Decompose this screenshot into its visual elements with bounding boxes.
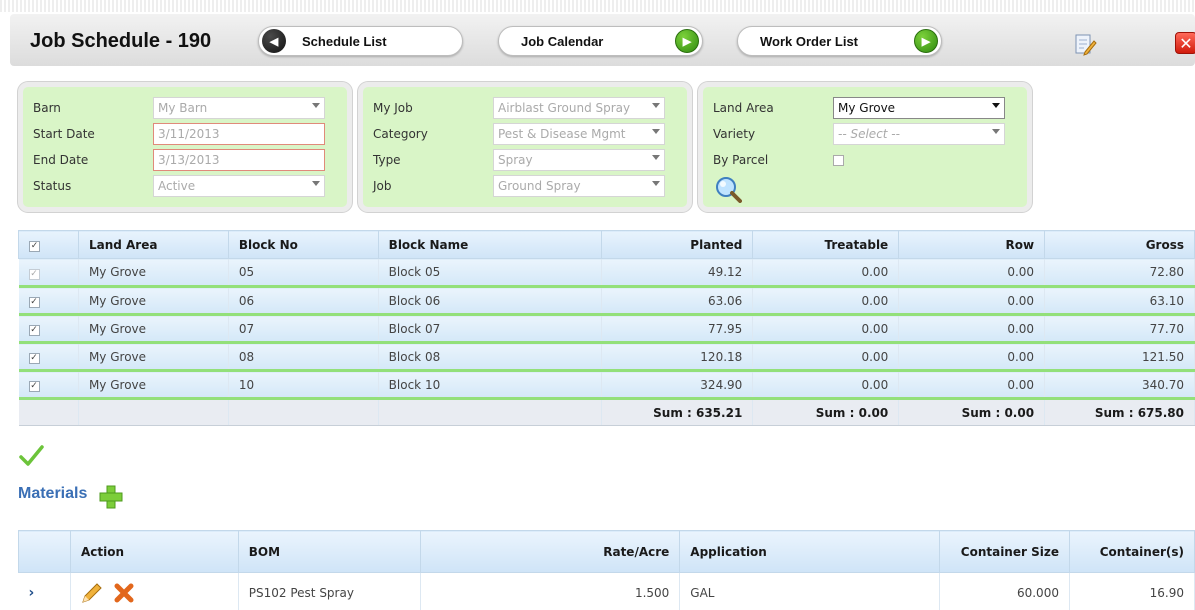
sum-planted: Sum : 635.21	[601, 398, 754, 426]
type-select[interactable]: Spray	[493, 149, 665, 171]
my-job-select[interactable]: Airblast Ground Spray	[493, 97, 665, 119]
row-checkbox[interactable]: ✓	[18, 314, 79, 344]
category-label: Category	[373, 127, 428, 141]
job-calendar-button[interactable]: Job Calendar ▶	[498, 26, 703, 56]
top-border-strip	[0, 0, 1195, 12]
plus-icon[interactable]	[98, 484, 124, 510]
barn-select[interactable]: My Barn	[153, 97, 325, 119]
sum-treatable: Sum : 0.00	[752, 398, 900, 426]
table-row[interactable]: ✓ My Grove 07 Block 07 77.95 0.00 0.00 7…	[18, 314, 1195, 344]
end-date-input[interactable]: 3/13/2013	[153, 149, 325, 171]
col-block-no[interactable]: Block No	[227, 230, 379, 259]
sum-gross: Sum : 675.80	[1044, 398, 1195, 426]
end-date-label: End Date	[33, 153, 89, 167]
col-container-size[interactable]: Container Size	[939, 530, 1070, 573]
arrow-right-icon: ▶	[675, 29, 699, 53]
status-label: Status	[33, 179, 72, 193]
materials-title: Materials	[18, 485, 88, 502]
blocks-table: ✓ Land Area Block No Block Name Planted …	[18, 230, 1195, 426]
checkmark-icon[interactable]	[18, 443, 44, 469]
chevron-right-icon[interactable]: ›	[29, 585, 35, 601]
materials-row[interactable]: › PS102 Pest Spray 1.500 GAL 60.000 16.9…	[18, 572, 1195, 610]
job-select[interactable]: Ground Spray	[493, 175, 665, 197]
col-land-area[interactable]: Land Area	[77, 230, 229, 259]
land-area-select[interactable]: My Grove	[833, 97, 1005, 119]
row-checkbox[interactable]: ✓	[18, 342, 79, 372]
col-bom[interactable]: BOM	[237, 530, 421, 573]
start-date-label: Start Date	[33, 127, 95, 141]
variety-label: Variety	[713, 127, 756, 141]
land-area-label: Land Area	[713, 101, 774, 115]
col-application[interactable]: Application	[679, 530, 941, 573]
schedule-list-button[interactable]: ◀ Schedule List	[258, 26, 463, 56]
table-row[interactable]: ✓ My Grove 08 Block 08 120.18 0.00 0.00 …	[18, 342, 1195, 372]
filter-panel-job: My Job Airblast Ground Spray Category Pe…	[358, 82, 692, 212]
table-row[interactable]: ✓ My Grove 05 Block 05 49.12 0.00 0.00 7…	[18, 258, 1195, 288]
arrow-right-icon: ▶	[914, 29, 938, 53]
row-checkbox[interactable]: ✓	[18, 258, 79, 288]
row-checkbox[interactable]: ✓	[18, 370, 79, 400]
search-icon[interactable]	[714, 175, 742, 203]
my-job-label: My Job	[373, 101, 413, 115]
barn-label: Barn	[33, 101, 61, 115]
materials-table: Action BOM Rate/Acre Application Contain…	[18, 530, 1195, 610]
by-parcel-checkbox[interactable]	[833, 154, 844, 166]
select-all-checkbox[interactable]: ✓	[18, 230, 79, 259]
arrow-left-icon: ◀	[262, 29, 286, 53]
blocks-header-row: ✓ Land Area Block No Block Name Planted …	[18, 230, 1195, 259]
page-header: Job Schedule - 190 ◀ Schedule List Job C…	[10, 14, 1195, 66]
work-order-list-button[interactable]: Work Order List ▶	[737, 26, 942, 56]
row-checkbox[interactable]: ✓	[18, 286, 79, 316]
col-treatable[interactable]: Treatable	[752, 230, 900, 259]
by-parcel-label: By Parcel	[713, 153, 769, 167]
pencil-icon[interactable]	[81, 582, 103, 604]
start-date-input[interactable]: 3/11/2013	[153, 123, 325, 145]
col-gross[interactable]: Gross	[1044, 230, 1195, 259]
edit-icon[interactable]	[1073, 32, 1097, 56]
filter-panel-general: Barn My Barn Start Date 3/11/2013 End Da…	[18, 82, 352, 212]
job-label: Job	[373, 179, 392, 193]
close-icon[interactable]: ✕	[1175, 32, 1195, 54]
col-action[interactable]: Action	[69, 530, 239, 573]
col-block-name[interactable]: Block Name	[377, 230, 603, 259]
col-rate[interactable]: Rate/Acre	[419, 530, 681, 573]
status-select[interactable]: Active	[153, 175, 325, 197]
sum-row: Sum : 635.21 Sum : 0.00 Sum : 0.00 Sum :…	[18, 398, 1195, 426]
col-containers[interactable]: Container(s)	[1068, 530, 1195, 573]
sum-row-value: Sum : 0.00	[898, 398, 1046, 426]
materials-header-row: Action BOM Rate/Acre Application Contain…	[18, 530, 1195, 573]
type-label: Type	[373, 153, 401, 167]
table-row[interactable]: ✓ My Grove 10 Block 10 324.90 0.00 0.00 …	[18, 370, 1195, 400]
variety-select[interactable]: -- Select --	[833, 123, 1005, 145]
col-row[interactable]: Row	[898, 230, 1046, 259]
page-title: Job Schedule - 190	[30, 30, 212, 52]
filter-panel-land: Land Area My Grove Variety -- Select -- …	[698, 82, 1032, 212]
col-planted[interactable]: Planted	[601, 230, 754, 259]
delete-x-icon[interactable]	[113, 582, 135, 604]
table-row[interactable]: ✓ My Grove 06 Block 06 63.06 0.00 0.00 6…	[18, 286, 1195, 316]
category-select[interactable]: Pest & Disease Mgmt	[493, 123, 665, 145]
